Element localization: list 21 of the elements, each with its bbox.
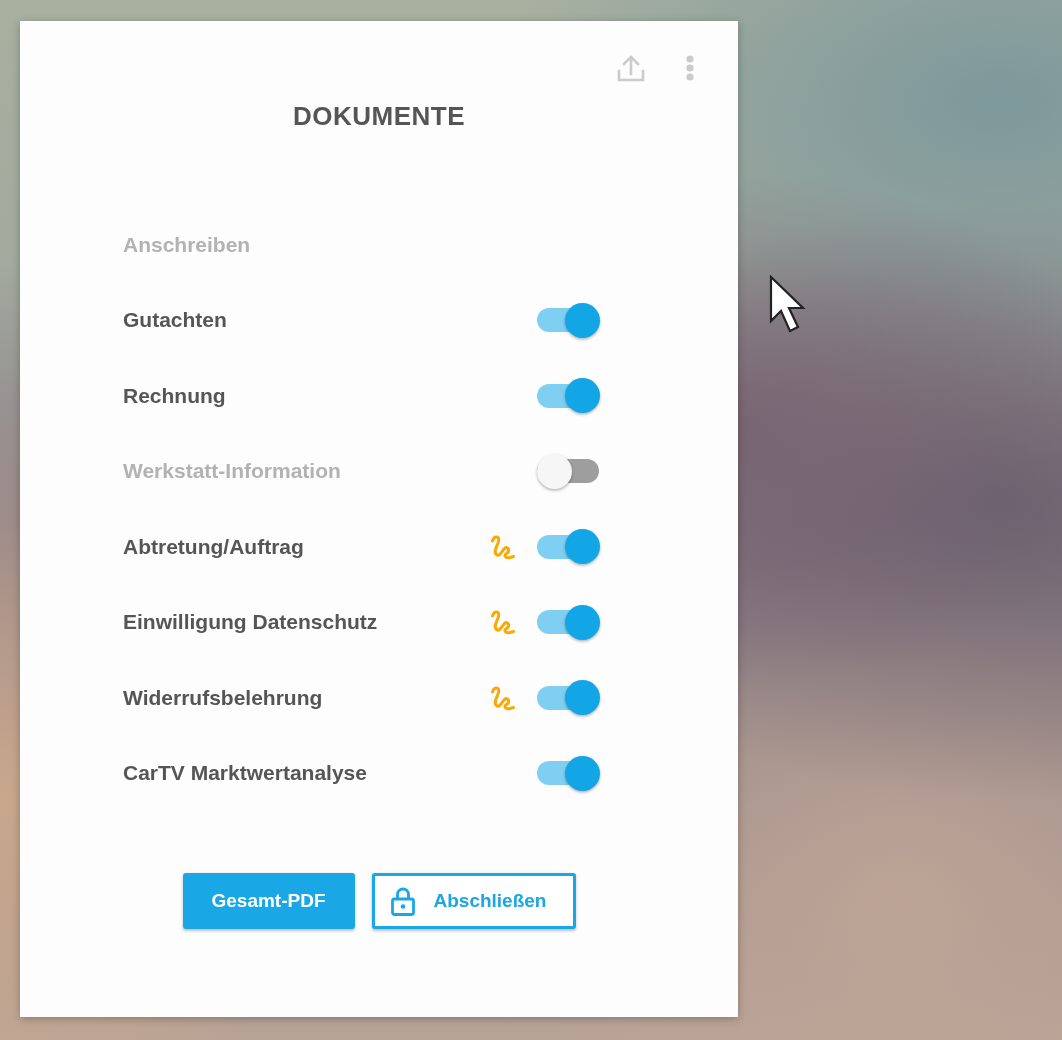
document-label: Werkstatt-Information	[123, 459, 341, 484]
document-label: Rechnung	[123, 383, 226, 408]
toggle-switch[interactable]	[537, 680, 600, 716]
document-label: Einwilligung Datenschutz	[123, 610, 378, 635]
document-label: Gutachten	[123, 308, 227, 333]
upload-icon[interactable]	[617, 54, 645, 82]
toggle-switch[interactable]	[537, 378, 600, 414]
toggle-switch[interactable]	[537, 604, 600, 640]
toggle-switch[interactable]	[537, 755, 600, 791]
finalize-button[interactable]: Abschließen	[371, 873, 576, 929]
document-label: Anschreiben	[123, 232, 251, 257]
more-menu-icon[interactable]	[686, 55, 694, 81]
panel-title: DOKUMENTE	[292, 100, 466, 132]
toggle-switch[interactable]	[537, 302, 600, 338]
toggle-switch[interactable]	[537, 529, 600, 565]
document-label: CarTV Marktwertanalyse	[123, 761, 367, 786]
padlock-icon	[390, 886, 415, 916]
full-pdf-button[interactable]: Gesamt-PDF	[182, 873, 355, 929]
toggle-switch[interactable]	[537, 453, 600, 489]
document-label: Widerrufsbelehrung	[123, 685, 323, 710]
document-label: Abtretung/Auftrag	[123, 534, 304, 559]
